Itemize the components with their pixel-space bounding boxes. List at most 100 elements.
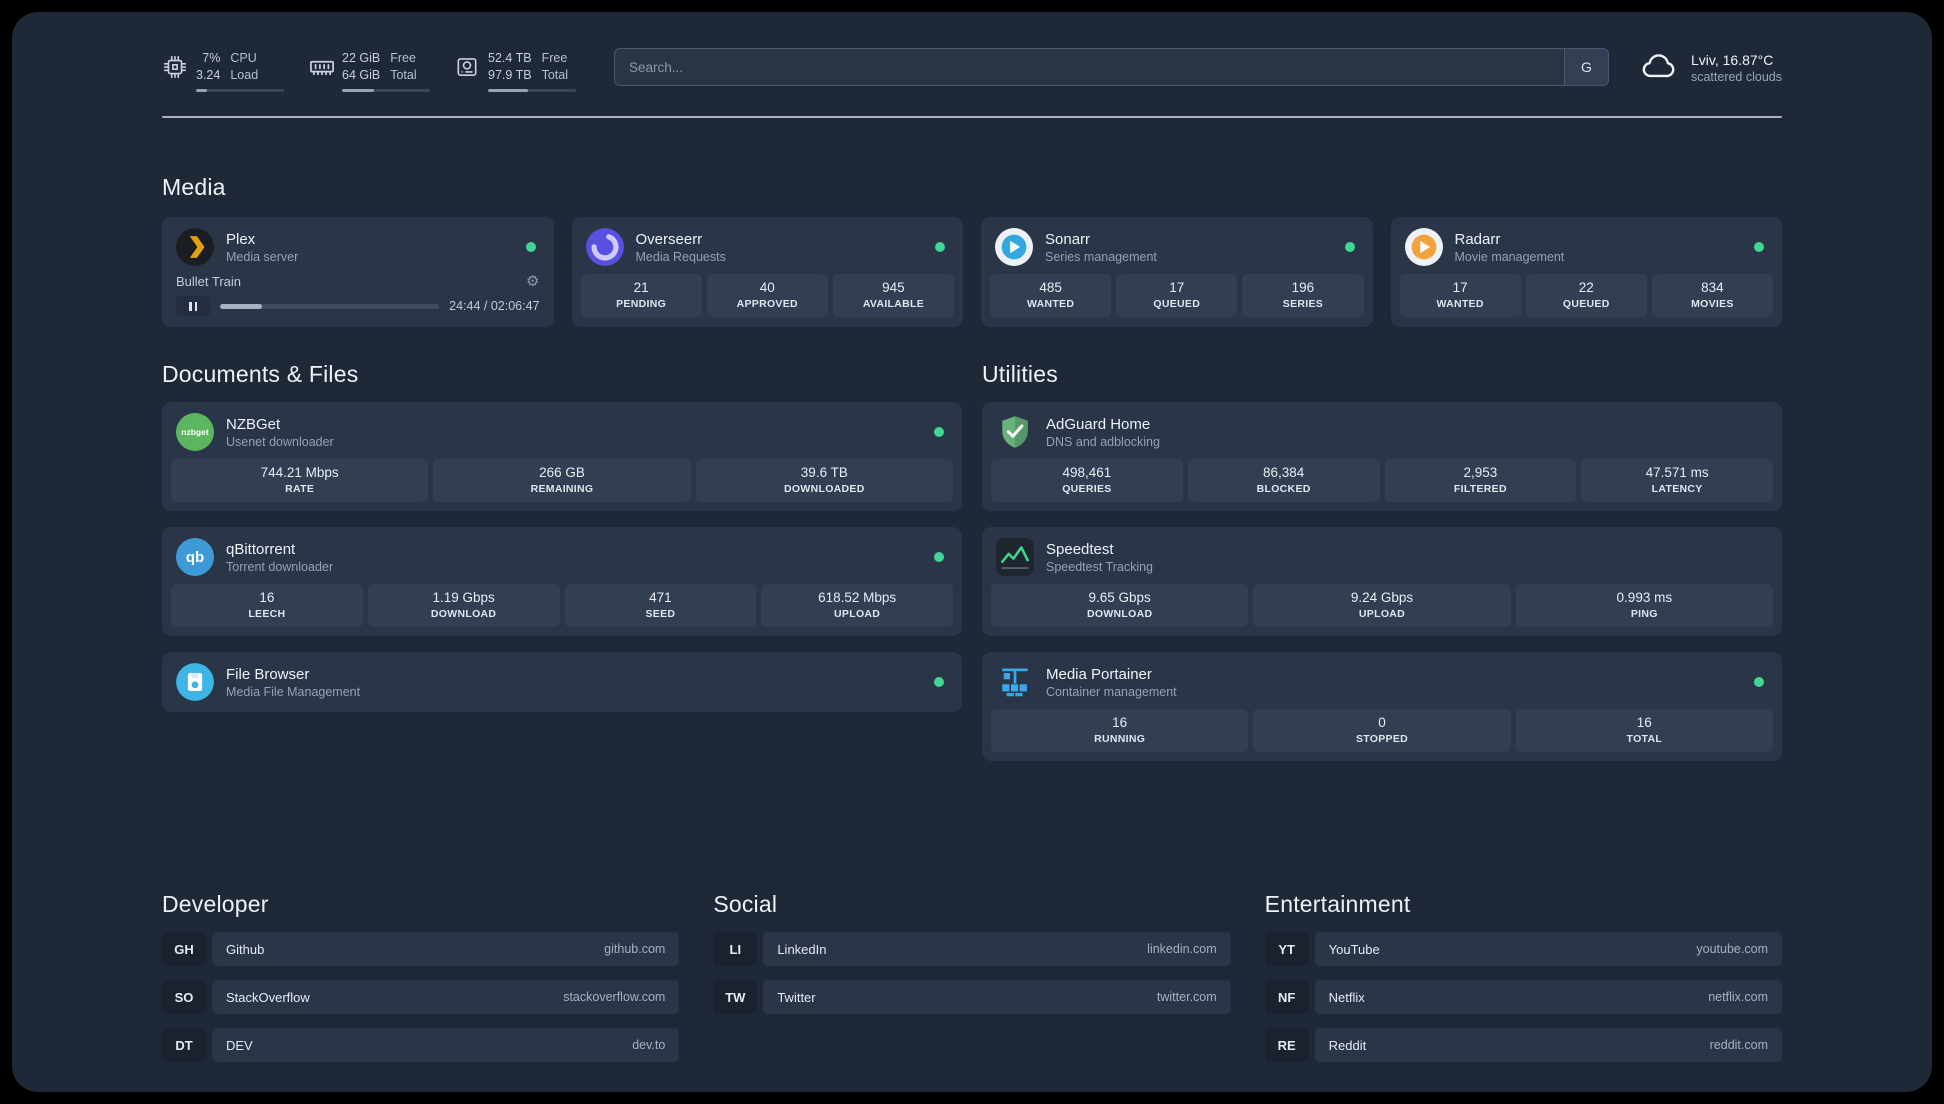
stat-label: UPLOAD	[834, 608, 881, 620]
stat-label: PENDING	[616, 298, 667, 310]
bookmark-abbr: YT	[1264, 932, 1309, 966]
gear-icon[interactable]: ⚙	[526, 274, 539, 289]
stat-tile: 0 STOPPED	[1253, 709, 1511, 752]
service-link-filebrowser[interactable]: File Browser Media File Management	[171, 661, 953, 703]
memory-free: 22 GiB	[342, 50, 381, 65]
stat-tile: 16 TOTAL	[1515, 709, 1773, 752]
stat-tile: 471 SEED	[564, 584, 757, 627]
stat-value: 22	[1578, 280, 1594, 295]
stat-tile: 16 LEECH	[171, 584, 363, 627]
bookmark-twitter[interactable]: TW Twitter twitter.com	[713, 980, 1231, 1014]
service-subtitle: Container management	[1046, 684, 1177, 699]
bookmark-name: DEV	[226, 1037, 253, 1053]
bookmark-github[interactable]: GH Github github.com	[162, 932, 680, 966]
cpu-label-1: CPU	[230, 50, 257, 65]
service-link-nzbget[interactable]: nzbget NZBGet Usenet downloader	[171, 411, 953, 459]
service-link-portainer[interactable]: Media Portainer Container management	[991, 661, 1773, 709]
service-subtitle: Speedtest Tracking	[1046, 559, 1154, 574]
status-dot	[525, 242, 536, 252]
stat-tile: 2,953 FILTERED	[1384, 459, 1577, 502]
now-playing-title: Bullet Train	[176, 274, 242, 289]
stat-label: LATENCY	[1651, 483, 1703, 495]
stat-value: 39.6 TB	[800, 465, 848, 480]
stat-label: WANTED	[1026, 298, 1075, 310]
service-card-speedtest: Speedtest Speedtest Tracking 9.65 Gbps D…	[982, 527, 1782, 636]
stat-label: RATE	[285, 483, 315, 495]
bookmark-abbr: RE	[1264, 1028, 1309, 1062]
service-link-plex[interactable]: Plex Media server	[171, 226, 545, 274]
pause-button[interactable]	[176, 296, 210, 316]
service-link-overseerr[interactable]: Overseerr Media Requests	[581, 226, 955, 274]
stat-label: WANTED	[1436, 298, 1484, 310]
resource-widget-memory: 22 GiB 64 GiB Free Total	[308, 50, 430, 93]
service-card-sonarr: Sonarr Series management 485 WANTED 17 Q…	[981, 217, 1373, 327]
stat-tile: 744.21 Mbps RATE	[171, 459, 429, 502]
bookmark-name: Netflix	[1328, 989, 1365, 1005]
service-link-qbittorrent[interactable]: qb qBittorrent Torrent downloader	[171, 536, 953, 584]
stat-label: STOPPED	[1355, 733, 1409, 745]
service-link-adguard[interactable]: AdGuard Home DNS and adblocking	[991, 411, 1773, 459]
search-engine-button[interactable]: G	[1563, 49, 1608, 85]
stat-label: UPLOAD	[1358, 608, 1406, 620]
bookmark-reddit[interactable]: RE Reddit reddit.com	[1264, 1028, 1782, 1062]
stat-label: SERIES	[1282, 298, 1324, 310]
service-subtitle: DNS and adblocking	[1046, 434, 1160, 449]
cpu-load: 3.24	[196, 67, 221, 82]
documents-column: Documents & Files nzbget NZBGet Usenet d…	[162, 361, 962, 712]
nzbget-icon: nzbget	[176, 413, 214, 451]
weather-location: Lviv, 16.87°C	[1690, 52, 1774, 68]
service-subtitle: Series management	[1045, 249, 1157, 264]
bookmark-linkedin[interactable]: LI LinkedIn linkedin.com	[713, 932, 1231, 966]
utilities-column: Utilities AdGuard Home DNS and adblockin…	[982, 361, 1782, 761]
stat-value: 744.21 Mbps	[260, 465, 339, 480]
overseerr-icon	[585, 228, 624, 266]
stat-value: 17	[1169, 280, 1185, 295]
section-title-developer: Developer	[162, 891, 269, 917]
stat-value: 945	[882, 280, 905, 295]
bookmark-netflix[interactable]: NF Netflix netflix.com	[1264, 980, 1782, 1014]
bookmark-pill: Reddit reddit.com	[1314, 1028, 1782, 1062]
stat-tile: 9.65 Gbps DOWNLOAD	[991, 584, 1249, 627]
speedtest-icon	[996, 538, 1034, 576]
section-title-documents: Documents & Files	[162, 361, 359, 387]
bookmark-url: netflix.com	[1708, 990, 1768, 1004]
status-dot	[935, 242, 945, 252]
bookmark-abbr: LI	[713, 932, 758, 966]
cpu-progress-bar	[196, 89, 284, 93]
playback-progress-bar[interactable]	[220, 303, 440, 309]
stat-value: 0	[1378, 715, 1386, 730]
bookmark-name: Twitter	[777, 989, 816, 1005]
bookmark-stackoverflow[interactable]: SO StackOverflow stackoverflow.com	[162, 980, 680, 1014]
stat-tile: 40 APPROVED	[706, 274, 828, 317]
service-name: Overseerr	[635, 230, 703, 248]
bookmark-pill: Github github.com	[212, 932, 680, 966]
service-subtitle: Usenet downloader	[226, 434, 334, 449]
ram-icon	[308, 53, 342, 81]
stat-label: APPROVED	[736, 298, 798, 310]
stat-label: RUNNING	[1094, 733, 1146, 745]
service-link-speedtest[interactable]: Speedtest Speedtest Tracking	[991, 536, 1773, 584]
disk-label-1: Free	[541, 50, 568, 65]
stat-value: 17	[1452, 280, 1468, 295]
bookmark-youtube[interactable]: YT YouTube youtube.com	[1264, 932, 1782, 966]
bookmark-url: dev.to	[632, 1038, 666, 1052]
search-input[interactable]	[615, 49, 1564, 85]
stat-label: SEED	[645, 608, 676, 620]
service-link-radarr[interactable]: Radarr Movie management	[1400, 226, 1774, 274]
service-link-sonarr[interactable]: Sonarr Series management	[990, 226, 1364, 274]
bookmark-abbr: NF	[1264, 980, 1309, 1014]
stat-tile: 0.993 ms PING	[1515, 584, 1773, 627]
bookmark-dev[interactable]: DT DEV dev.to	[162, 1028, 680, 1062]
stat-value: 196	[1291, 280, 1315, 295]
bookmark-pill: StackOverflow stackoverflow.com	[212, 980, 680, 1014]
stat-tile: 16 RUNNING	[991, 709, 1249, 752]
service-subtitle: Media File Management	[226, 684, 361, 699]
bookmark-url: github.com	[604, 942, 666, 956]
stat-value: 0.993 ms	[1616, 590, 1673, 605]
stat-label: FILTERED	[1453, 483, 1507, 495]
service-name: Sonarr	[1045, 230, 1091, 248]
qbittorrent-icon: qb	[176, 538, 214, 576]
stat-tile: 945 AVAILABLE	[832, 274, 955, 317]
stat-value: 40	[759, 280, 775, 295]
bookmark-pill: DEV dev.to	[212, 1028, 680, 1062]
